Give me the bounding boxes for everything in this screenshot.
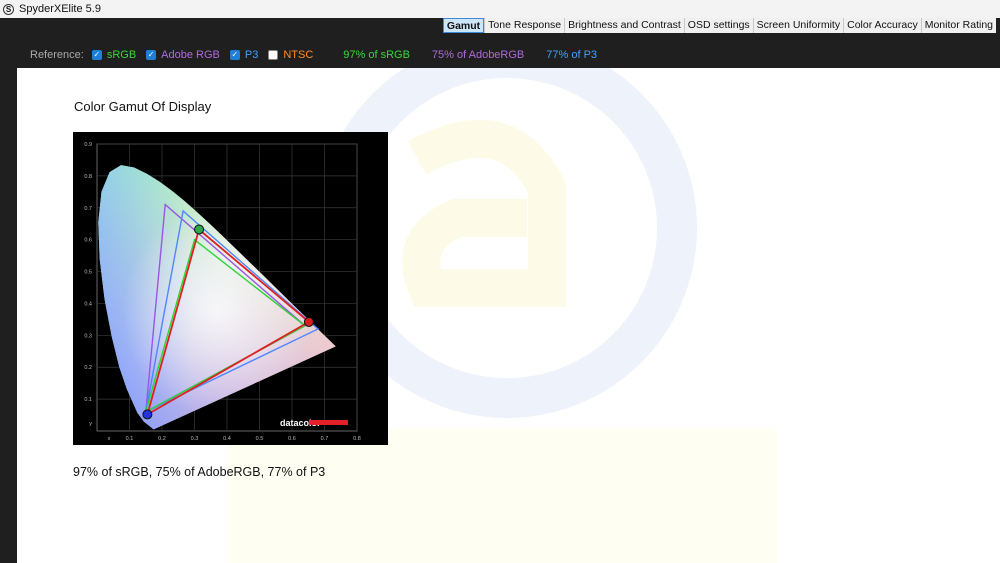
- p3-checkbox[interactable]: ✓: [229, 50, 240, 60]
- page-title: Color Gamut Of Display: [74, 99, 212, 114]
- ntsc-label: NTSC: [283, 49, 314, 61]
- x-tick-label: 0.2: [158, 436, 166, 442]
- y-tick-label: 0.1: [84, 397, 92, 403]
- reference-label: Reference:: [30, 49, 84, 61]
- y-tick-label: 0.5: [84, 270, 92, 276]
- display-primary-marker: [303, 316, 314, 327]
- x-tick-label: 0.5: [256, 436, 264, 442]
- x-tick-label: 0.7: [321, 436, 329, 442]
- p3-label: P3: [244, 49, 259, 61]
- reference-p3[interactable]: ✓ P3: [229, 49, 259, 61]
- title-bar: S SpyderXElite 5.9: [0, 0, 1000, 18]
- y-tick-label: 0.3: [84, 333, 92, 339]
- srgb-checkbox[interactable]: ✓: [91, 50, 102, 60]
- tab-gamut[interactable]: Gamut: [442, 18, 485, 33]
- adobe-rgb-label: Adobe RGB: [161, 49, 220, 61]
- y-tick-label: 0.2: [84, 365, 92, 371]
- reference-srgb[interactable]: ✓ sRGB: [91, 49, 137, 61]
- x-tick-label: 0.6: [288, 436, 296, 442]
- datacolor-bar: [310, 420, 348, 425]
- toolbar: Gamut Tone Response Brightness and Contr…: [0, 18, 1000, 68]
- window-title: SpyderXElite 5.9: [19, 3, 101, 15]
- y-tick-label: 0.8: [84, 174, 92, 180]
- tab-tone-response[interactable]: Tone Response: [484, 18, 564, 33]
- spectral-locus-white: [98, 165, 336, 430]
- gamut-summary: 97% of sRGB, 75% of AdobeRGB, 77% of P3: [73, 465, 326, 479]
- y-tick-label: 0.9: [84, 142, 92, 148]
- y-tick-label: 0.4: [84, 301, 92, 307]
- tab-color-accuracy[interactable]: Color Accuracy: [843, 18, 921, 33]
- x-tick-label: 0.3: [191, 436, 199, 442]
- reference-adobe-rgb[interactable]: ✓ Adobe RGB: [146, 49, 220, 61]
- app-logo-icon: S: [3, 3, 14, 15]
- display-primary-marker: [194, 224, 205, 235]
- report-content: Color Gamut Of Display 0.1 0.2 0.3 0.4 0…: [17, 68, 1000, 563]
- x-tick-label: 0.4: [223, 436, 231, 442]
- reference-bar: Reference: ✓ sRGB ✓ Adobe RGB ✓ P3 NTSC …: [30, 47, 597, 63]
- adobe-rgb-checkbox[interactable]: ✓: [146, 50, 157, 60]
- reference-ntsc[interactable]: NTSC: [268, 49, 313, 61]
- gamut-chart: 0.1 0.2 0.3 0.4 0.5 0.6 0.7 0.8 0.1 0.2 0.3 0.4 0.5 0…: [73, 132, 388, 445]
- coverage-p3: 77% of P3: [546, 49, 598, 61]
- cie-diagram: 0.1 0.2 0.3 0.4 0.5 0.6 0.7 0.8 0.1 0.2 0.3 0.4 0.5 0…: [84, 142, 361, 442]
- x-axis-label: x: [108, 436, 111, 442]
- y-tick-label: 0.6: [84, 238, 92, 244]
- display-primary-marker: [142, 409, 153, 420]
- tab-screen-uniformity[interactable]: Screen Uniformity: [752, 18, 843, 33]
- tab-osd-settings[interactable]: OSD settings: [683, 18, 753, 33]
- datacolor-logo: datacolor: [280, 418, 348, 428]
- tab-monitor-rating[interactable]: Monitor Rating: [920, 18, 996, 33]
- coverage-adobe-rgb: 75% of AdobeRGB: [431, 49, 525, 61]
- srgb-label: sRGB: [106, 49, 137, 61]
- left-frame: [0, 68, 17, 563]
- coverage-srgb: 97% of sRGB: [343, 49, 410, 61]
- ntsc-checkbox[interactable]: [268, 50, 279, 60]
- x-tick-label: 0.1: [126, 436, 134, 442]
- y-tick-label: 0.7: [84, 206, 92, 212]
- y-axis-label: y: [89, 421, 92, 427]
- tab-strip: Gamut Tone Response Brightness and Contr…: [442, 18, 996, 33]
- x-tick-label: 0.8: [353, 436, 361, 442]
- tab-brightness-contrast[interactable]: Brightness and Contrast: [564, 18, 684, 33]
